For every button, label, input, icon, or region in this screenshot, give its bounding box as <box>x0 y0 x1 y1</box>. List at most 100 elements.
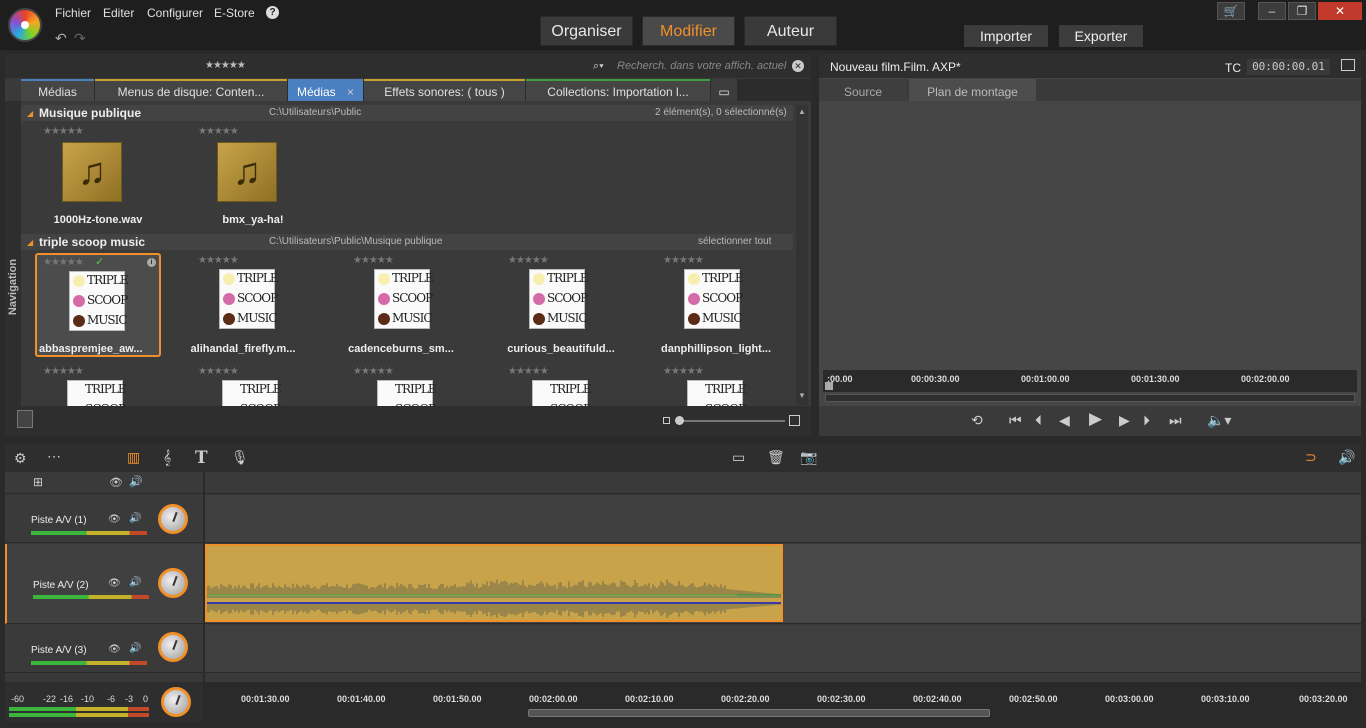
item-rating[interactable]: ★★★★★ <box>43 257 84 268</box>
item-rating[interactable]: ★★★★★ <box>198 366 239 377</box>
tab-close-icon[interactable]: × <box>347 85 354 99</box>
timeline-ruler[interactable]: 00:01:30.00 00:01:40.00 00:01:50.00 00:0… <box>205 682 1361 722</box>
maximize-button[interactable]: ❐ <box>1288 2 1316 20</box>
zoom-slider-handle[interactable] <box>675 416 684 425</box>
scorefitter-icon[interactable]: 𝄞 <box>163 449 171 466</box>
volume-icon[interactable]: 🔈▾ <box>1207 412 1231 429</box>
item-rating[interactable]: ★★★★★ <box>508 255 549 266</box>
item-rating[interactable]: ★★★★★ <box>353 255 394 266</box>
item-rating[interactable]: ★★★★★ <box>353 366 394 377</box>
group-header[interactable]: ◢ triple scoop music C:\Utilisateurs\Pub… <box>21 234 793 250</box>
media-item[interactable]: ★★★★★ TRIPLE SCOOP MUSIC cadenceburns_sm… <box>345 253 471 357</box>
group-header[interactable]: ◢ Musique publique C:\Utilisateurs\Publi… <box>21 105 793 121</box>
visibility-icon[interactable]: 👁 <box>108 514 121 525</box>
media-item[interactable]: ★★★★★ TRIPLE SCOOP MUSIC alihandal_firef… <box>190 253 316 357</box>
camera-icon[interactable]: 📷 <box>800 449 817 466</box>
previous-icon[interactable]: ⏴ <box>1035 412 1042 429</box>
tab-menus-disque[interactable]: Menus de disque: Conten... <box>95 79 287 101</box>
mode-auteur[interactable]: Auteur <box>744 16 837 46</box>
clear-search-icon[interactable]: ✕ <box>792 60 804 72</box>
undo-icon[interactable]: ↶ <box>55 30 67 47</box>
item-rating[interactable]: ★★★★★ <box>508 366 549 377</box>
preview-ruler[interactable]: :00.00 00:00:30.00 00:01:00.00 00:01:30.… <box>823 370 1357 392</box>
title-icon[interactable]: T <box>195 448 208 468</box>
menu-estore[interactable]: E-Store <box>214 6 255 20</box>
menu-configurer[interactable]: Configurer <box>147 6 203 20</box>
add-track-icon[interactable]: ⊞ <box>33 475 43 489</box>
library-search[interactable]: ⌕▾ Recherch. dans votre affich. actuel ✕ <box>589 57 809 75</box>
media-item-selected[interactable]: ★★★★★ ✓ i TRIPLE SCOOP MUSIC abbaspremje… <box>35 253 161 357</box>
app-logo[interactable] <box>8 8 42 42</box>
volume-knob[interactable] <box>158 632 188 662</box>
next-icon[interactable]: ⏵ <box>1143 412 1150 429</box>
collapse-triangle-icon[interactable]: ◢ <box>27 235 33 251</box>
item-rating[interactable]: ★★★★★ <box>663 366 704 377</box>
item-rating[interactable]: ★★★★★ <box>43 126 84 137</box>
close-button[interactable]: ✕ <box>1318 2 1362 20</box>
zoom-slider[interactable] <box>675 416 785 425</box>
media-item[interactable]: ★★★★★ ♫ 1000Hz-tone.wav <box>35 124 161 228</box>
item-rating[interactable]: ★★★★★ <box>198 126 239 137</box>
rating-filter[interactable]: ★★★★★ <box>205 60 246 71</box>
help-icon[interactable]: ? <box>266 6 279 19</box>
speaker-icon[interactable]: 🔊 <box>129 513 141 524</box>
mode-modifier[interactable]: Modifier <box>642 16 735 46</box>
add-tab-icon[interactable]: ▭ <box>711 79 737 101</box>
settings-icon[interactable]: ⚙ <box>14 450 27 467</box>
microphone-icon[interactable]: 🎙 <box>231 449 249 466</box>
media-item[interactable]: ★★★★★ ♫ bmx_ya-ha! <box>190 124 316 228</box>
expand-preview-icon[interactable] <box>1341 59 1355 71</box>
info-icon[interactable]: i <box>147 258 156 267</box>
track-header-3[interactable]: Piste A/V (3) 👁 🔊 <box>5 625 203 673</box>
item-rating[interactable]: ★★★★★ <box>43 366 84 377</box>
timeline-scrollbar[interactable] <box>528 709 990 717</box>
storyboard-icon[interactable]: ▭ <box>732 449 745 466</box>
play-icon[interactable]: ▶ <box>1089 409 1102 429</box>
track-lane-3[interactable] <box>205 625 1361 673</box>
navigation-strip[interactable]: Navigation <box>5 101 21 411</box>
audio-scrub-icon[interactable]: 🔊 <box>1338 449 1355 466</box>
collapse-triangle-icon[interactable]: ◢ <box>27 106 33 122</box>
tab-source[interactable]: Source <box>819 79 907 101</box>
tab-collections[interactable]: Collections: Importation l... <box>526 79 710 101</box>
menu-fichier[interactable]: Fichier <box>55 6 91 20</box>
tab-medias-active[interactable]: Médias × <box>288 79 363 101</box>
speaker-icon[interactable]: 🔊 <box>129 643 141 654</box>
select-all-link[interactable]: sélectionner tout <box>698 234 771 250</box>
speaker-icon[interactable]: 🔊 <box>129 475 143 488</box>
step-forward-icon[interactable]: ▶ <box>1119 412 1130 429</box>
cart-icon[interactable]: 🛒 <box>1217 2 1245 20</box>
mode-organiser[interactable]: Organiser <box>540 16 633 46</box>
media-item[interactable]: ★★★★★ TRIPLE SCOOP MUSIC danphillipson_l… <box>655 253 781 357</box>
more-icon[interactable]: ⋯ <box>47 448 61 465</box>
track-lane-2[interactable] <box>205 544 1361 624</box>
magnet-icon[interactable]: ⊃ <box>1305 449 1317 466</box>
menu-editer[interactable]: Editer <box>103 6 134 20</box>
audio-mixer-icon[interactable]: ▥ <box>127 449 140 466</box>
import-button[interactable]: Importer <box>964 25 1048 47</box>
tab-plan-montage[interactable]: Plan de montage <box>909 79 1036 101</box>
preview-scrollbar[interactable] <box>825 394 1355 402</box>
volume-knob[interactable] <box>158 568 188 598</box>
minimize-button[interactable]: – <box>1258 2 1286 20</box>
go-to-end-icon[interactable]: ⏭ <box>1169 412 1182 429</box>
track-header-1[interactable]: Piste A/V (1) 👁 🔊 <box>5 495 203 543</box>
visibility-icon[interactable]: 👁 <box>108 644 121 655</box>
audio-clip[interactable] <box>205 544 783 622</box>
step-back-icon[interactable]: ◀ <box>1059 412 1070 429</box>
scroll-down-icon[interactable]: ▼ <box>798 391 806 400</box>
library-scrollbar[interactable]: ▲ ▼ <box>796 105 808 405</box>
stack-icon[interactable] <box>17 410 33 428</box>
scroll-up-icon[interactable]: ▲ <box>798 107 806 116</box>
timecode-display[interactable]: 00:00:00.01 <box>1247 59 1330 75</box>
visibility-icon[interactable]: 👁 <box>108 578 121 589</box>
visibility-icon[interactable]: 👁 <box>109 476 123 489</box>
track-header-2[interactable]: Piste A/V (2) 👁 🔊 <box>5 544 203 624</box>
tab-medias[interactable]: Médias <box>21 79 94 101</box>
go-to-start-icon[interactable]: ⏮ <box>1009 412 1022 429</box>
loop-icon[interactable]: ⟲ <box>971 412 983 429</box>
master-volume-knob[interactable] <box>161 687 191 717</box>
item-rating[interactable]: ★★★★★ <box>198 255 239 266</box>
playhead-marker[interactable] <box>825 382 833 390</box>
track-lane-1[interactable] <box>205 495 1361 543</box>
